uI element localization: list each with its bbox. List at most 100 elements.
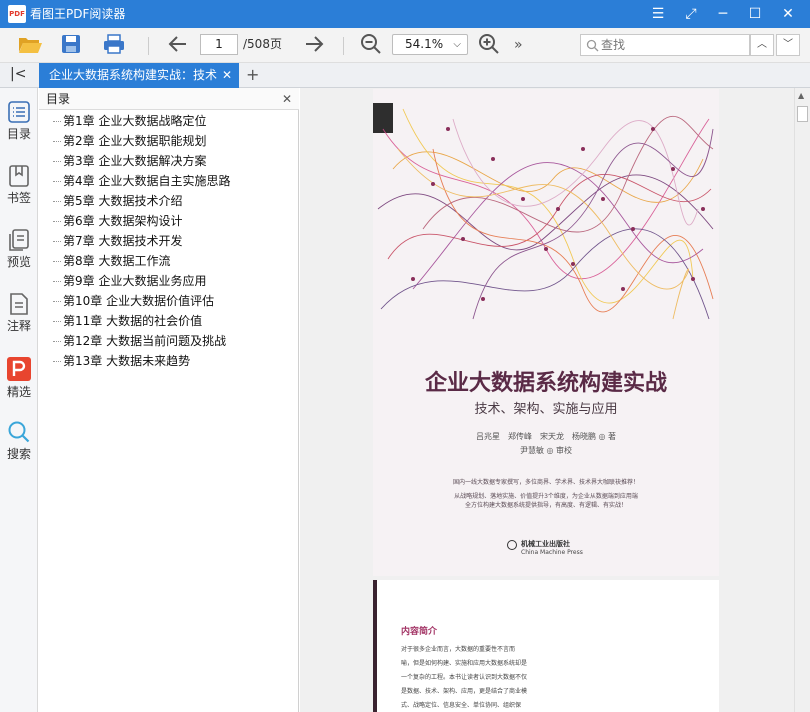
- search-next-button[interactable]: ﹀: [776, 34, 800, 56]
- close-icon[interactable]: ✕: [282, 88, 292, 110]
- tab-document[interactable]: 企业大数据系统构建实战：技术 ✕: [39, 63, 239, 88]
- arrow-left-icon: [168, 36, 186, 52]
- zoom-out-icon: [361, 34, 381, 54]
- toc-item[interactable]: 第2章 企业大数据职能规划: [39, 131, 299, 151]
- toc-item[interactable]: 第5章 大数据技术介绍: [39, 191, 299, 211]
- scroll-up-icon[interactable]: ▲: [798, 91, 804, 100]
- fullscreen-button[interactable]: ⤢: [675, 0, 707, 28]
- toc-item[interactable]: 第3章 企业大数据解决方案: [39, 151, 299, 171]
- section-heading: 内容简介: [401, 627, 438, 637]
- rail-label: 目录: [6, 127, 31, 141]
- folder-open-icon: [19, 38, 42, 53]
- close-window-button[interactable]: ✕: [772, 0, 804, 28]
- paragraph-line: 喻，但是如何构建、实施和应用大数据系统却是: [401, 660, 528, 667]
- toc-panel: 目录 ✕ 第1章 企业大数据战略定位 第2章 企业大数据职能规划 第3章 企业大…: [39, 88, 299, 712]
- zoom-value: 54.1%: [405, 37, 444, 51]
- rail-item-bookmark[interactable]: 书签: [0, 152, 38, 212]
- rail-label: 搜索: [6, 447, 31, 461]
- more-tools-button[interactable]: »: [514, 36, 523, 54]
- cover-blurb: 从战略规划、落地实施、价值提升3个维度，为企业从数据端到应用端: [454, 493, 638, 500]
- toolbar-divider: [148, 37, 149, 55]
- print-icon: [104, 34, 124, 54]
- toc-icon: [8, 101, 30, 123]
- paragraph-line: 一个复杂的工程。本书让读者认识到大数据不仅: [401, 674, 528, 681]
- maximize-button[interactable]: ☐: [739, 0, 771, 28]
- app-title: 看图王PDF阅读器: [30, 7, 126, 21]
- save-icon: [62, 35, 80, 53]
- toc-item[interactable]: 第1章 企业大数据战略定位: [39, 111, 299, 131]
- page-number-input[interactable]: 1: [200, 34, 238, 55]
- annotation-icon: [10, 293, 28, 315]
- rail-label: 注释: [6, 319, 31, 333]
- prev-page-button[interactable]: [164, 33, 192, 57]
- bookmark-icon: [9, 165, 29, 187]
- zoom-in-button[interactable]: [475, 33, 503, 57]
- add-tab-button[interactable]: +: [246, 65, 259, 84]
- publisher-name: 机械工业出版社: [521, 540, 570, 548]
- toc-item[interactable]: 第7章 大数据技术开发: [39, 231, 299, 251]
- paragraph-line: 对于很多企业而言，大数据的重要性不言而: [401, 646, 516, 653]
- preview-icon: [9, 229, 29, 251]
- left-rail: 目录 书签 预览 注释 精选 搜索: [0, 88, 38, 712]
- toc-item[interactable]: 第11章 大数据的社会价值: [39, 311, 299, 331]
- chevron-down-icon: ⌵: [453, 39, 461, 50]
- collapse-sidebar-button[interactable]: |<: [10, 66, 26, 82]
- scroll-thumb[interactable]: [797, 106, 808, 122]
- cover-subtitle: 技术、架构、实施与应用: [474, 402, 618, 417]
- next-page-button[interactable]: [300, 33, 328, 57]
- rail-item-featured[interactable]: 精选: [0, 344, 38, 404]
- minimize-button[interactable]: ─: [707, 0, 739, 28]
- rail-label: 精选: [6, 385, 31, 399]
- rail-item-preview[interactable]: 预览: [0, 216, 38, 276]
- toc-item[interactable]: 第8章 大数据工作流: [39, 251, 299, 271]
- document-view[interactable]: 企业大数据系统构建实战 技术、架构、实施与应用 吕兆星 郑传峰 宋天龙 杨晓鹏 …: [300, 88, 794, 712]
- save-button[interactable]: [57, 33, 85, 57]
- title-bar: PDF 看图王PDF阅读器 ☰ ⤢ ─ ☐ ✕: [0, 0, 810, 28]
- toc-header: 目录 ✕: [39, 88, 299, 110]
- toc-item[interactable]: 第10章 企业大数据价值评估: [39, 291, 299, 311]
- search-prev-button[interactable]: ︿: [750, 34, 774, 56]
- paragraph-line: 是数据、技术、架构、应用，更是结合了商业模: [401, 688, 528, 695]
- tab-bar: |< 企业大数据系统构建实战：技术 ✕ +: [0, 63, 810, 88]
- paragraph-line: 式、战略定位、信息安全、单位协同、组织保: [401, 702, 522, 709]
- zoom-in-icon: [479, 34, 499, 54]
- page-total: /508页: [243, 37, 282, 51]
- search-icon: [8, 421, 30, 443]
- toolbar-divider: [343, 37, 344, 55]
- rail-item-search[interactable]: 搜索: [0, 408, 38, 468]
- toc-item[interactable]: 第12章 大数据当前问题及挑战: [39, 331, 299, 351]
- toc-item[interactable]: 第13章 大数据未来趋势: [39, 351, 299, 371]
- cover-authors: 吕兆星 郑传峰 宋天龙 杨晓鹏 ◎ 著: [475, 432, 617, 441]
- search-icon: [586, 39, 599, 52]
- cover-page: 企业大数据系统构建实战 技术、架构、实施与应用 吕兆星 郑传峰 宋天龙 杨晓鹏 …: [373, 89, 719, 576]
- toc-item[interactable]: 第9章 企业大数据业务应用: [39, 271, 299, 291]
- vertical-scrollbar[interactable]: ▲: [794, 88, 810, 712]
- publisher-logo-icon: [507, 540, 517, 550]
- cover-title: 企业大数据系统构建实战: [424, 370, 667, 396]
- zoom-out-button[interactable]: [357, 33, 385, 57]
- toolbar: 1 /508页 54.1% ⌵ » ︿ ﹀: [0, 28, 810, 63]
- rail-label: 书签: [6, 191, 31, 205]
- print-button[interactable]: [100, 33, 128, 57]
- toc-item[interactable]: 第4章 企业大数据自主实施思路: [39, 171, 299, 191]
- zoom-select[interactable]: 54.1% ⌵: [392, 34, 468, 55]
- cover-reviewer: 尹慧敏 ◎ 审校: [519, 446, 573, 455]
- page-edge-strip: [373, 580, 377, 712]
- cover-blurb: 国内一线大数据专家撰写，多位商界、学术界、技术界大咖联袂推荐！: [452, 479, 639, 486]
- menu-button[interactable]: ☰: [642, 0, 674, 28]
- close-tab-icon[interactable]: ✕: [222, 63, 232, 88]
- search-box[interactable]: [580, 34, 750, 56]
- toc-item[interactable]: 第6章 大数据架构设计: [39, 211, 299, 231]
- open-button[interactable]: [16, 33, 44, 57]
- publisher-name-en: China Machine Press: [521, 549, 583, 556]
- tab-label: 企业大数据系统构建实战：技术: [49, 68, 218, 82]
- arrow-right-icon: [306, 36, 324, 52]
- featured-icon: [7, 357, 31, 381]
- toc-title: 目录: [46, 92, 71, 106]
- cover-artwork: [377, 108, 714, 320]
- rail-item-toc[interactable]: 目录: [0, 88, 38, 148]
- search-input[interactable]: [601, 37, 746, 53]
- app-logo-icon: PDF: [8, 5, 26, 23]
- rail-item-annotation[interactable]: 注释: [0, 280, 38, 340]
- toc-list: 第1章 企业大数据战略定位 第2章 企业大数据职能规划 第3章 企业大数据解决方…: [39, 111, 299, 371]
